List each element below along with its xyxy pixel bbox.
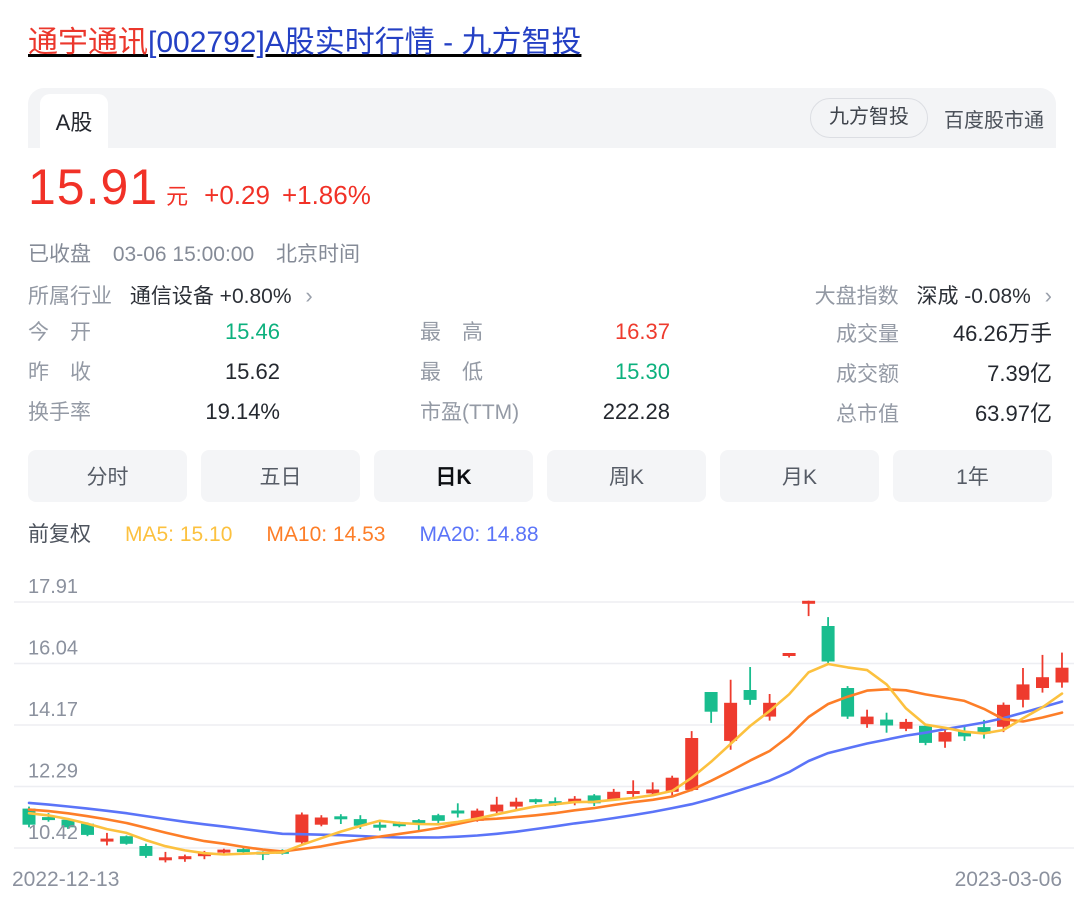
- timezone-label: 北京时间: [275, 243, 360, 266]
- ma5-legend: MA5: 15.10: [125, 523, 233, 546]
- current-price: 15.91: [28, 159, 159, 215]
- tab-a-share[interactable]: A股: [40, 94, 108, 148]
- stats-column-3: 成交量 46.26万手 成交额 7.39亿 总市值 63.97亿: [836, 316, 1052, 436]
- quote-price-block: 15.91 元 +0.29 +1.86%: [28, 158, 371, 216]
- market-status-row: 已收盘 03-06 15:00:00 北京时间: [28, 238, 376, 268]
- price-change-percent: +1.86%: [281, 180, 371, 210]
- chevron-right-icon: ›: [1044, 283, 1052, 308]
- badge-baidu-gushitong[interactable]: 百度股市通: [944, 104, 1044, 133]
- tab-1year[interactable]: 1年: [893, 450, 1052, 502]
- chevron-right-icon: ›: [305, 283, 313, 308]
- stat-high: 最 高 16.37: [420, 319, 670, 344]
- industry-index-row: 所属行业 通信设备 +0.80% › 大盘指数 深成 -0.08% ›: [28, 280, 1052, 310]
- svg-text:2022-12-13: 2022-12-13: [12, 868, 119, 891]
- tab-daily-k[interactable]: 日K: [374, 450, 533, 502]
- stock-quote-page: 通宇通讯[002792]A股实时行情 - 九方智投 A股 九方智投 百度股市通 …: [0, 0, 1080, 898]
- tab-5day[interactable]: 五日: [201, 450, 360, 502]
- market-status: 已收盘: [28, 243, 91, 266]
- page-title-link[interactable]: 通宇通讯[002792]A股实时行情 - 九方智投: [28, 24, 581, 62]
- ma20-legend: MA20: 14.88: [419, 523, 539, 546]
- svg-text:16.04: 16.04: [28, 638, 78, 660]
- quote-time: 03-06 15:00:00: [112, 243, 255, 266]
- stat-open: 今 开 15.46: [28, 319, 280, 344]
- price-unit: 元: [166, 184, 189, 209]
- stat-low: 最 低 15.30: [420, 359, 670, 384]
- badge-jiufang-zhitou[interactable]: 九方智投: [810, 98, 928, 138]
- period-tabs: 分时 五日 日K 周K 月K 1年: [28, 450, 1052, 502]
- tab-minute[interactable]: 分时: [28, 450, 187, 502]
- chart-legend: 前复权 MA5: 15.10 MA10: 14.53 MA20: 14.88: [28, 518, 539, 548]
- industry-link[interactable]: 所属行业 通信设备 +0.80% ›: [28, 280, 313, 310]
- stat-prev-close: 昨 收 15.62: [28, 359, 280, 384]
- industry-label: 所属行业: [28, 285, 112, 308]
- svg-text:12.29: 12.29: [28, 761, 78, 783]
- stat-volume: 成交量 46.26万手: [836, 321, 1052, 346]
- stats-column-1: 今 开 15.46 昨 收 15.62 换手率 19.14%: [28, 316, 280, 436]
- svg-text:17.91: 17.91: [28, 576, 78, 598]
- page-title-rest: [002792]A股实时行情 - 九方智投: [148, 26, 582, 59]
- market-index-value: 深成 -0.08%: [916, 285, 1031, 308]
- tab-weekly-k[interactable]: 周K: [547, 450, 706, 502]
- market-index-link[interactable]: 大盘指数 深成 -0.08% ›: [815, 280, 1052, 310]
- market-index-label: 大盘指数: [814, 285, 899, 308]
- stat-pe-ttm: 市盈(TTM) 222.28: [420, 399, 670, 424]
- candlestick-chart[interactable]: 17.91 16.04 14.17 12.29 10.42 2022-12-13 2023-…: [0, 555, 1080, 898]
- tab-monthly-k[interactable]: 月K: [720, 450, 879, 502]
- svg-text:2023-03-06: 2023-03-06: [955, 868, 1062, 891]
- svg-text:14.17: 14.17: [28, 699, 78, 721]
- kline-svg: 17.91 16.04 14.17 12.29 10.42 2022-12-13 2023-…: [12, 576, 1074, 891]
- stat-amount: 成交额 7.39亿: [836, 361, 1052, 386]
- stat-turnover-rate: 换手率 19.14%: [28, 399, 280, 424]
- stock-name-highlight: 通宇通讯: [28, 26, 148, 59]
- stat-market-cap: 总市值 63.97亿: [836, 401, 1052, 426]
- price-change: +0.29: [204, 180, 270, 210]
- source-badges: 九方智投 百度股市通: [810, 98, 1044, 138]
- stats-column-2: 最 高 16.37 最 低 15.30 市盈(TTM) 222.28: [420, 316, 670, 436]
- ma10-legend: MA10: 14.53: [266, 523, 386, 546]
- tab-band: A股 九方智投 百度股市通: [28, 88, 1056, 148]
- industry-value: 通信设备 +0.80%: [129, 285, 292, 308]
- svg-text:10.42: 10.42: [28, 822, 78, 844]
- adjust-mode-selector[interactable]: 前复权: [28, 518, 91, 548]
